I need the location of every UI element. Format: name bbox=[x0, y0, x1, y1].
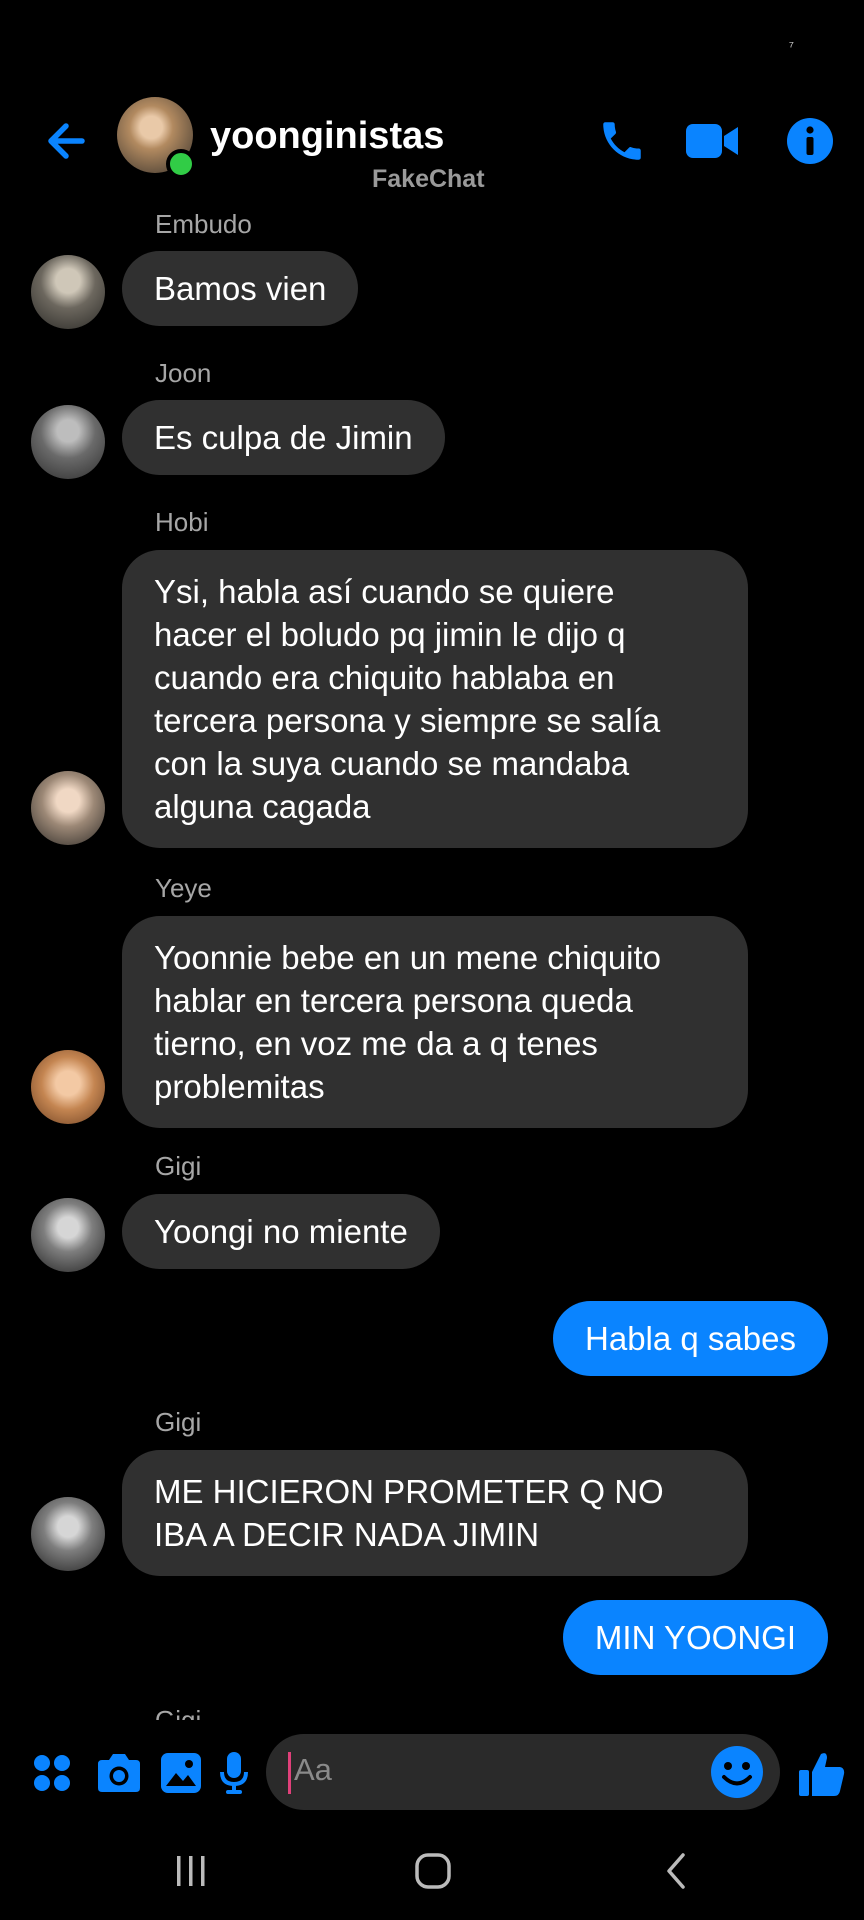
message-line: Yoonnie bebe en un mene chiquito bbox=[154, 939, 662, 976]
message-bubble[interactable]: ME HICIERON PROMETER Q NO IBA A DECIR NA… bbox=[122, 1450, 748, 1576]
like-button[interactable] bbox=[796, 1740, 848, 1806]
message-input[interactable]: Aa bbox=[266, 1734, 780, 1810]
emoji-icon bbox=[711, 1746, 763, 1798]
text-caret bbox=[288, 1752, 291, 1794]
status-bar: ⁷ bbox=[0, 0, 864, 80]
message-list[interactable]: Embudo Bamos vien Joon Es culpa de Jimin… bbox=[0, 205, 864, 1720]
gallery-icon bbox=[161, 1753, 201, 1793]
message-line: hablar en tercera persona queda bbox=[154, 982, 633, 1019]
sender-name: Joon bbox=[155, 358, 212, 388]
call-button[interactable] bbox=[592, 111, 652, 171]
arrow-left-icon bbox=[48, 123, 85, 159]
grid-menu-icon bbox=[34, 1755, 70, 1791]
message-bubble[interactable]: Es culpa de Jimin bbox=[122, 400, 445, 475]
message-line: ME HICIERON PROMETER Q NO bbox=[154, 1473, 664, 1510]
avatar[interactable] bbox=[31, 771, 105, 845]
video-call-button[interactable] bbox=[683, 111, 741, 171]
avatar[interactable] bbox=[31, 1050, 105, 1124]
status-glyph: ⁷ bbox=[788, 38, 794, 54]
camera-icon bbox=[98, 1754, 140, 1792]
message-bubble-outgoing[interactable]: MIN YOONGI bbox=[562, 1600, 828, 1675]
avatar[interactable] bbox=[31, 1198, 105, 1272]
online-indicator bbox=[166, 149, 196, 179]
message-line: problemitas bbox=[154, 1068, 325, 1105]
message-line: tierno, en voz me da a q tenes bbox=[154, 1025, 598, 1062]
chat-header: yoonginistas FakeChat bbox=[0, 95, 864, 205]
system-nav-bar bbox=[0, 1820, 864, 1920]
microphone-icon bbox=[220, 1752, 248, 1794]
back-button[interactable] bbox=[40, 115, 92, 167]
message-line: tercera persona y siempre se salía bbox=[154, 702, 661, 739]
message-line: con la suya cuando se mandaba bbox=[154, 745, 630, 782]
microphone-button[interactable] bbox=[216, 1740, 252, 1806]
composer-bar: Aa bbox=[0, 1730, 864, 1816]
info-circle-icon bbox=[787, 118, 833, 164]
camera-button[interactable] bbox=[94, 1740, 144, 1806]
avatar[interactable] bbox=[31, 405, 105, 479]
video-camera-icon bbox=[686, 124, 738, 158]
phone-icon bbox=[603, 122, 641, 160]
message-bubble[interactable]: Bamos vien bbox=[122, 251, 359, 326]
message-line: Ysi, habla así cuando se quiere bbox=[154, 573, 615, 610]
recent-apps-button[interactable] bbox=[171, 1848, 211, 1894]
home-icon bbox=[415, 1853, 451, 1889]
message-bubble-outgoing[interactable]: Habla q sabes bbox=[553, 1301, 828, 1376]
chat-title[interactable]: yoonginistas bbox=[210, 115, 444, 158]
input-placeholder: Aa bbox=[294, 1752, 332, 1787]
message-line: IBA A DECIR NADA JIMIN bbox=[154, 1516, 540, 1553]
avatar[interactable] bbox=[31, 1497, 105, 1571]
message-bubble[interactable]: Ysi, habla así cuando se quiere hacer el… bbox=[122, 550, 748, 848]
recent-apps-icon bbox=[177, 1856, 205, 1886]
sender-name: Yeye bbox=[155, 873, 212, 903]
gallery-button[interactable] bbox=[158, 1740, 204, 1806]
info-button[interactable] bbox=[780, 111, 840, 171]
chat-subtitle: FakeChat bbox=[372, 165, 485, 193]
emoji-button[interactable] bbox=[708, 1743, 766, 1801]
avatar[interactable] bbox=[31, 255, 105, 329]
sender-name: Gigi bbox=[155, 1151, 202, 1181]
nav-back-button[interactable] bbox=[658, 1848, 694, 1894]
message-bubble[interactable]: Yoongi no miente bbox=[122, 1194, 440, 1269]
chevron-left-icon bbox=[667, 1853, 685, 1889]
message-line: hacer el boludo pq jimin le dijo q bbox=[154, 616, 626, 653]
message-line: alguna cagada bbox=[154, 788, 371, 825]
sender-name: Gigi bbox=[155, 1407, 202, 1437]
sender-name: Hobi bbox=[155, 507, 209, 537]
sender-name: Embudo bbox=[155, 209, 252, 239]
home-button[interactable] bbox=[410, 1848, 456, 1894]
message-line: cuando era chiquito hablaba en bbox=[154, 659, 615, 696]
sender-name-partial: Gigi bbox=[155, 1705, 202, 1720]
message-bubble[interactable]: Yoonnie bebe en un mene chiquito hablar … bbox=[122, 916, 748, 1128]
menu-button[interactable] bbox=[32, 1740, 72, 1806]
thumbs-up-icon bbox=[799, 1753, 845, 1796]
